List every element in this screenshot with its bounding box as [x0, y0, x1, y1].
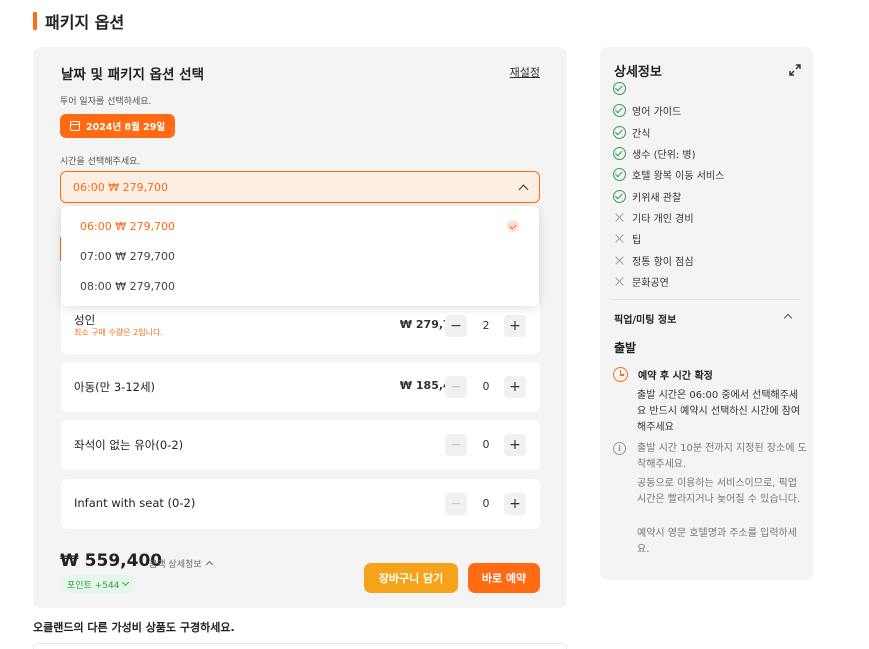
list-item: 생수 (단위: 병) [613, 145, 696, 161]
excluded-label: 팁 [632, 234, 642, 246]
check-circle-icon [613, 167, 626, 181]
time-select-value: 06:00 ₩ 279,700 [73, 180, 169, 194]
ticket-qty: 0 [482, 497, 490, 510]
panel-title: 날짜 및 패키지 옵션 선택 [61, 67, 204, 83]
depart-heading: 출발 [614, 341, 637, 355]
increase-button[interactable]: + [504, 434, 526, 456]
detail-panel: 상세정보 영어 가이드 간식 생수 (단위: 병) 호텔 왕복 이동 서비스 키… [600, 47, 813, 580]
chevron-up-icon [518, 184, 529, 194]
x-icon [613, 275, 626, 288]
list-item: 문화공연 [613, 273, 669, 289]
ticket-name: 성인 [74, 313, 96, 327]
check-circle-icon [613, 81, 626, 95]
section-title: 패키지 옵션 [45, 13, 125, 32]
decrease-button[interactable]: − [445, 315, 467, 337]
chevron-down-icon [122, 578, 130, 587]
list-item [613, 80, 626, 96]
chevron-up-icon [205, 560, 213, 569]
excluded-label: 문화공연 [632, 277, 669, 289]
increase-button[interactable]: + [504, 493, 526, 515]
included-label: 생수 (단위: 병) [632, 149, 696, 161]
ticket-qty: 0 [482, 438, 490, 451]
check-icon [507, 220, 519, 232]
x-icon [613, 254, 626, 267]
list-item: 정통 항이 점심 [613, 252, 694, 268]
pickup-header[interactable]: 픽업/미팅 정보 [614, 311, 676, 326]
x-icon [613, 232, 626, 245]
ticket-note: 최소 구매 수량은 2입니다. [74, 328, 163, 337]
expand-icon[interactable] [789, 64, 801, 76]
ticket-name: 아동(만 3-12세) [74, 380, 156, 394]
list-item: 호텔 왕복 이동 서비스 [613, 166, 724, 182]
check-circle-icon [613, 125, 626, 139]
price-detail-label: 금액 상세정보 [149, 560, 202, 570]
x-icon [613, 211, 626, 224]
ticket-row-infant-seat: Infant with seat (0-2) 무료 − 0 + [61, 479, 540, 529]
ticket-name: 좌석이 없는 유아(0-2) [74, 438, 184, 452]
option-panel: 날짜 및 패키지 옵션 선택 재설정 투어 일자를 선택하세요. 2024년 8… [33, 47, 567, 608]
related-products-title: 오클랜드의 다른 가성비 상품도 구경하세요. [33, 621, 235, 634]
included-label: 영어 가이드 [632, 106, 682, 118]
clock-icon [613, 367, 628, 382]
notice-text: 출발 시간 10분 전까지 지정된 장소에 도착해주세요. [637, 443, 807, 470]
confirm-description: 출발 시간은 06:00 중에서 선택해주세요 반드시 예약시 선택하신 시간에… [637, 390, 801, 433]
date-button[interactable]: 2024년 8월 29일 [60, 114, 176, 138]
related-product-card[interactable] [33, 643, 567, 649]
confirm-heading: 예약 후 시간 확정 [638, 371, 713, 382]
detail-title: 상세정보 [614, 65, 662, 80]
accent-bar [33, 12, 37, 30]
list-item: 기타 개인 경비 [613, 209, 694, 225]
check-circle-icon [613, 103, 626, 117]
points-label: 포인트 +544 [67, 580, 120, 591]
decrease-button[interactable]: − [445, 376, 467, 398]
list-item: 영어 가이드 [613, 102, 681, 118]
date-prompt: 투어 일자를 선택하세요. [60, 97, 152, 107]
list-item: 간식 [613, 124, 650, 140]
points-badge[interactable]: 포인트 +544 [60, 575, 136, 593]
ticket-row-adult: 성인 최소 구매 수량은 2입니다. ₩ 279,700 − 2 + [61, 300, 540, 354]
included-label: 간식 [632, 128, 651, 140]
included-label: 키위새 관찰 [632, 192, 682, 204]
info-icon: i [613, 442, 626, 455]
excluded-label: 기타 개인 경비 [632, 213, 694, 225]
ticket-row-infant-no-seat: 좌석이 없는 유아(0-2) 무료 − 0 + [61, 420, 540, 470]
check-circle-icon [613, 189, 626, 203]
notice-text: 공동으로 이용하는 서비스이므로, 픽업 시간은 빨라지거나 늦어질 수 있습니… [637, 478, 801, 505]
add-to-cart-button[interactable]: 장바구니 담기 [364, 563, 458, 593]
time-option[interactable]: 06:00 ₩ 279,700 [80, 216, 175, 236]
section-header: 패키지 옵션 [33, 9, 124, 33]
included-label: 호텔 왕복 이동 서비스 [632, 170, 725, 182]
decrease-button[interactable]: − [445, 434, 467, 456]
ticket-qty: 2 [482, 319, 490, 332]
time-dropdown: 06:00 ₩ 279,700 07:00 ₩ 279,700 08:00 ₩ … [61, 206, 539, 306]
time-option[interactable]: 07:00 ₩ 279,700 [80, 246, 175, 266]
ticket-qty: 0 [482, 380, 490, 393]
ticket-row-child: 아동(만 3-12세) ₩ 185,400 − 0 + [61, 362, 540, 412]
scroll-fade [600, 552, 813, 580]
ticket-name: Infant with seat (0-2) [74, 496, 196, 510]
excluded-label: 정통 항이 점심 [632, 256, 694, 268]
date-label: 2024년 8월 29일 [86, 122, 166, 133]
calendar-icon [70, 121, 80, 131]
reset-link[interactable]: 재설정 [510, 64, 540, 80]
time-option[interactable]: 08:00 ₩ 279,700 [80, 276, 175, 296]
list-item: 팁 [613, 230, 641, 246]
time-select[interactable]: 06:00 ₩ 279,700 [60, 171, 540, 203]
price-detail-toggle[interactable]: 금액 상세정보 [149, 557, 213, 570]
increase-button[interactable]: + [504, 315, 526, 337]
check-circle-icon [613, 146, 626, 160]
time-prompt: 시간을 선택해주세요. [60, 157, 141, 167]
decrease-button[interactable]: − [445, 493, 467, 515]
divider [613, 299, 800, 300]
list-item: 키위새 관찰 [613, 188, 681, 204]
chevron-up-icon[interactable] [783, 313, 793, 323]
total-price: ₩ 559,400 [60, 551, 163, 571]
book-now-button[interactable]: 바로 예약 [468, 563, 540, 593]
increase-button[interactable]: + [504, 376, 526, 398]
